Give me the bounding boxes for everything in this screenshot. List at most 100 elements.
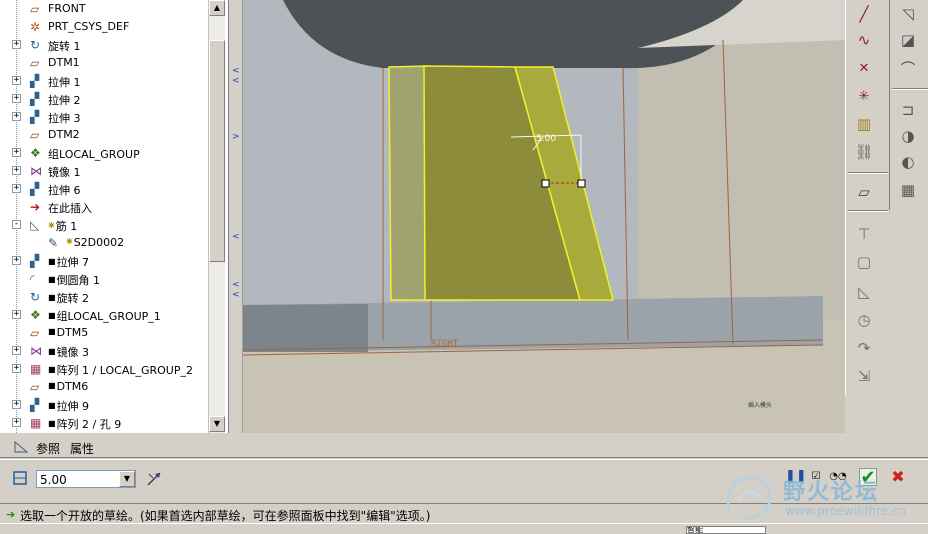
tree-item[interactable]: + ⋈ 镜像 1 — [0, 162, 208, 180]
expand-icon[interactable]: + — [12, 166, 21, 175]
expand-icon[interactable]: + — [12, 40, 21, 49]
expand-icon[interactable]: + — [12, 310, 21, 319]
tree-item-text: 拉伸 2 — [48, 94, 81, 107]
analysis-icon[interactable]: ▥ — [852, 112, 876, 136]
chamfer-icon[interactable]: ⇲ — [852, 364, 876, 388]
flip-direction-icon[interactable] — [146, 471, 162, 487]
tree-item[interactable]: + ▦ ■阵列 2 / 孔 9 — [0, 414, 208, 432]
rib-tool-icon[interactable]: ◺ — [852, 280, 876, 304]
collapse-icon[interactable]: - — [12, 220, 21, 229]
tree-item-text: 阵列 1 / LOCAL_GROUP_2 — [56, 364, 193, 377]
expand-icon[interactable]: + — [12, 364, 21, 373]
tree-item[interactable]: + ▞ 拉伸 1 — [0, 72, 208, 90]
tree-item[interactable]: ▱ FRONT — [0, 0, 208, 18]
status-mark: ✱ — [66, 237, 73, 246]
pattern-tool-icon[interactable]: ▦ — [896, 178, 920, 202]
model-tree[interactable]: ▱ FRONT ✲ PRT_CSYS_DEF + ↻ 旋转 1 ▱ DTM1 + ▞ 拉伸 1 + ▞ 拉伸… — [0, 0, 229, 433]
blend-icon[interactable]: ◪ — [896, 28, 920, 52]
tree-item[interactable]: ▱ ■DTM5 — [0, 324, 208, 342]
tree-item-label: ✱筋 1 — [48, 218, 77, 234]
expand-icon[interactable]: + — [12, 256, 21, 265]
draft-icon[interactable]: ▢ — [852, 250, 876, 274]
round-icon: ◜ — [30, 272, 35, 286]
link-icon[interactable]: ⛓ — [852, 140, 876, 164]
cut-icon[interactable]: ⊐ — [896, 98, 920, 122]
preview-icon[interactable]: ◔◔ — [829, 468, 847, 486]
sash-expand-icon[interactable]: > — [232, 132, 240, 142]
tree-item[interactable]: ✲ PRT_CSYS_DEF — [0, 18, 208, 36]
sweep-icon[interactable]: ◹ — [896, 2, 920, 26]
tree-item[interactable]: ➔ 在此插入 — [0, 198, 208, 216]
expand-icon[interactable]: + — [12, 418, 21, 427]
datum-plane-tool-icon[interactable]: ▱ — [852, 180, 876, 204]
scroll-down-button[interactable]: ▼ — [209, 416, 225, 432]
sketched-point-icon[interactable]: ✳ — [852, 84, 876, 108]
extrude-icon: ▞ — [30, 74, 40, 88]
graphics-viewport[interactable]: 5.00 RIGHT 插入模头 — [243, 0, 845, 433]
tree-item[interactable]: ▱ ■DTM6 — [0, 378, 208, 396]
variable-section-icon[interactable]: ◐ — [896, 150, 920, 174]
hole-icon[interactable]: ◷ — [852, 308, 876, 332]
expand-icon[interactable]: + — [12, 76, 21, 85]
tree-item[interactable]: + ❖ ■组LOCAL_GROUP_1 — [0, 306, 208, 324]
accept-button[interactable]: ✔ — [859, 468, 877, 487]
expand-icon[interactable]: + — [12, 94, 21, 103]
expand-icon[interactable]: + — [12, 112, 21, 121]
mirror-icon: ⋈ — [30, 164, 42, 178]
pause-icon[interactable]: ❚❚ — [785, 468, 807, 486]
tree-item[interactable]: + ▞ 拉伸 6 — [0, 180, 208, 198]
sash-collapse-icon[interactable]: < — [232, 76, 240, 86]
tree-item[interactable]: + ▞ ■拉伸 7 — [0, 252, 208, 270]
tree-item[interactable]: + ❖ 组LOCAL_GROUP — [0, 144, 208, 162]
chevron-down-icon[interactable]: ▼ — [119, 471, 135, 487]
datum-right-label: RIGHT — [431, 339, 459, 349]
tree-item[interactable]: ↻ ■旋转 2 — [0, 288, 208, 306]
tree-item[interactable]: ▱ DTM1 — [0, 54, 208, 72]
tree-item[interactable]: + ▞ 拉伸 2 — [0, 90, 208, 108]
boundary-icon[interactable]: ⌒ — [896, 56, 920, 80]
tree-item[interactable]: ▱ DTM2 — [0, 126, 208, 144]
tree-item-label: 组LOCAL_GROUP — [48, 146, 140, 162]
expand-icon[interactable]: + — [12, 148, 21, 157]
tree-item[interactable]: ✎ ✱S2D0002 — [0, 234, 208, 252]
tree-item-label: 镜像 1 — [48, 164, 81, 180]
prompt-arrow-icon: ➔ — [6, 508, 16, 521]
verify-icon[interactable]: ☑ — [807, 468, 825, 486]
datum-point-icon[interactable]: ✕ — [852, 56, 876, 80]
panel-sash[interactable]: < < > < < < — [229, 0, 243, 433]
status-mark: ■ — [48, 311, 56, 320]
tree-item[interactable]: + ⋈ ■镜像 3 — [0, 342, 208, 360]
tree-item[interactable]: + ↻ 旋转 1 — [0, 36, 208, 54]
sash-collapse-icon[interactable]: < — [232, 280, 240, 290]
sash-collapse-icon[interactable]: < — [232, 232, 240, 242]
tree-item[interactable]: + ▦ ■阵列 1 / LOCAL_GROUP_2 — [0, 360, 208, 378]
tree-item-text: 旋转 2 — [56, 292, 90, 305]
scroll-up-button[interactable]: ▲ — [209, 0, 225, 16]
model-graphics: 5.00 RIGHT — [243, 0, 845, 433]
dimension-text: 5.00 — [536, 134, 556, 144]
datum-axis-icon[interactable]: ╱ — [852, 2, 876, 26]
round-tool-icon[interactable]: ↷ — [852, 336, 876, 360]
tree-item[interactable]: - ◺ ✱筋 1 — [0, 216, 208, 234]
tree-item[interactable]: + ▞ ■拉伸 9 — [0, 396, 208, 414]
cancel-button[interactable]: ✖ — [889, 468, 907, 486]
revolve-tool-icon[interactable]: ◑ — [896, 124, 920, 148]
tree-item[interactable]: + ▞ 拉伸 3 — [0, 108, 208, 126]
datum-curve-icon[interactable]: ∿ — [852, 28, 876, 52]
tab-properties[interactable]: 属性 — [70, 440, 94, 457]
expand-icon[interactable]: + — [12, 400, 21, 409]
status-mark: ■ — [48, 347, 56, 356]
tree-scrollbar[interactable]: ▲ ▼ — [208, 0, 225, 433]
expand-icon[interactable]: + — [12, 346, 21, 355]
drag-handle-right — [577, 179, 586, 188]
shell-icon[interactable]: ⊤ — [852, 222, 876, 246]
thickness-input[interactable]: 5.00 ▼ — [36, 470, 136, 488]
expand-icon[interactable]: + — [12, 184, 21, 193]
tab-references[interactable]: 参照 — [36, 440, 60, 457]
tree-item-text: 在此插入 — [48, 202, 92, 215]
tree-item[interactable]: ◜ ■倒圆角 1 — [0, 270, 208, 288]
scroll-thumb[interactable] — [209, 40, 225, 262]
tree-item-label: DTM1 — [48, 56, 80, 69]
sash-collapse-icon[interactable]: < — [232, 66, 240, 76]
sash-collapse-icon[interactable]: < — [232, 290, 240, 300]
